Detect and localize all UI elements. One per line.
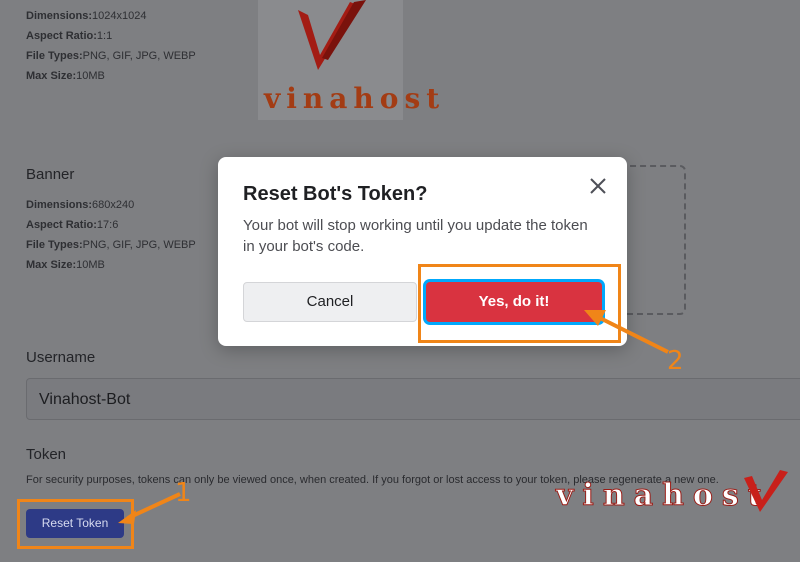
banner-max-size: Max Size:10MB — [26, 259, 105, 271]
dialog-body: Your bot will stop working until you upd… — [243, 217, 588, 255]
username-label: Username — [26, 349, 96, 366]
logo-wordmark: vinahost — [264, 82, 446, 115]
username-input[interactable]: Vinahost-Bot — [26, 378, 800, 420]
vinahost-v-icon — [298, 0, 366, 70]
developer-portal-page: Dimensions:1024x1024 Aspect Ratio:1:1 Fi… — [0, 0, 800, 562]
arrow-2-icon — [584, 310, 669, 354]
banner-dimensions: Dimensions:680x240 — [26, 199, 135, 211]
banner-upload-dropzone[interactable] — [620, 165, 686, 315]
vinahost-watermark: vinahost — [556, 478, 771, 514]
avatar-aspect-ratio: Aspect Ratio:1:1 — [26, 30, 113, 42]
banner-file-types: File Types:PNG, GIF, JPG, WEBP — [26, 239, 196, 251]
token-label: Token — [26, 446, 67, 463]
annotation-step-1: 1 — [175, 478, 192, 508]
avatar-file-types: File Types:PNG, GIF, JPG, WEBP — [26, 50, 196, 62]
cancel-button[interactable]: Cancel — [243, 282, 417, 322]
banner-title: Banner — [26, 166, 75, 183]
avatar-max-size: Max Size:10MB — [26, 70, 105, 82]
annotation-step-2: 2 — [667, 346, 684, 376]
banner-aspect-ratio: Aspect Ratio:17:6 — [26, 219, 119, 231]
avatar-dimensions: Dimensions:1024x1024 — [26, 10, 147, 22]
vinahost-logo-image: vinahost — [258, 0, 439, 120]
close-icon[interactable] — [587, 175, 609, 197]
dialog-title: Reset Bot's Token? — [243, 183, 428, 205]
watermark-v-icon — [744, 470, 788, 512]
